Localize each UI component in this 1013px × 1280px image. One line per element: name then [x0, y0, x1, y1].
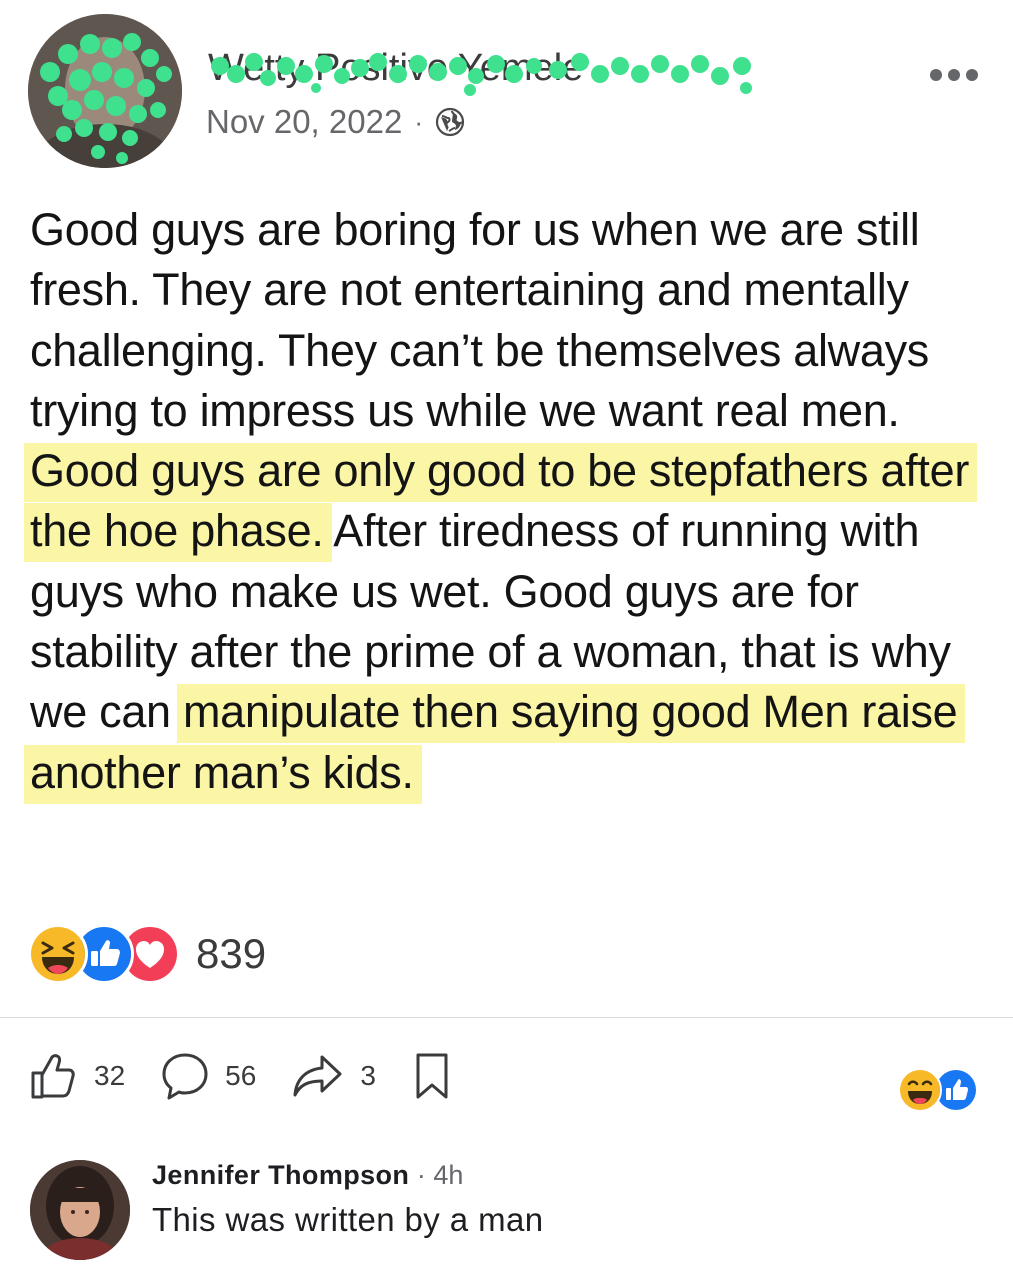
post-meta: Nov 20, 2022 · — [206, 100, 465, 144]
share-arrow-icon — [293, 1055, 342, 1097]
share-button[interactable]: 3 — [292, 1051, 376, 1101]
meta-separator: · — [414, 106, 423, 137]
share-count: 3 — [360, 1060, 376, 1091]
post-date[interactable]: Nov 20, 2022 — [206, 103, 402, 141]
laughing-face-icon — [898, 1068, 942, 1112]
redaction-scribble: Wetty Positive Yemele — [208, 47, 752, 96]
save-button[interactable] — [412, 1051, 452, 1101]
like-button[interactable]: 32 — [30, 1051, 125, 1101]
comment-time[interactable]: 4h — [433, 1160, 463, 1190]
like-count: 32 — [94, 1060, 126, 1091]
laughing-face-icon — [28, 924, 88, 984]
more-options-button[interactable] — [928, 60, 980, 90]
bookmark-icon — [416, 1053, 448, 1099]
comment-bubble-icon — [162, 1053, 208, 1100]
comment-button[interactable]: 56 — [161, 1051, 256, 1101]
comment-reactions[interactable] — [898, 1068, 978, 1112]
reaction-count: 839 — [196, 930, 267, 977]
redacted-avatar-image — [28, 14, 182, 168]
commenter-photo — [30, 1160, 130, 1260]
author-avatar[interactable] — [28, 14, 182, 168]
comment-separator: · — [409, 1160, 434, 1190]
more-horizontal-icon — [930, 69, 978, 81]
commenter-avatar[interactable] — [30, 1160, 130, 1260]
comment-text: This was written by a man — [152, 1201, 544, 1238]
thumbs-up-icon — [31, 1054, 75, 1099]
comment-header: Jennifer Thompson · 4h — [152, 1160, 463, 1191]
author-name-redacted[interactable]: Wetty Positive Yemele — [206, 44, 766, 98]
commenter-name[interactable]: Jennifer Thompson — [152, 1160, 409, 1190]
post-reactions[interactable]: 839 — [28, 924, 266, 984]
post-card: Wetty Positive Yemele Nov 20, 2022 · — [0, 0, 1013, 1018]
comment-count: 56 — [225, 1060, 257, 1091]
post-text-segment: Good guys are boring for us when we are … — [30, 204, 929, 436]
post-body-text: Good guys are boring for us when we are … — [24, 200, 990, 804]
action-bar: 32 56 3 — [30, 1044, 488, 1108]
globe-icon — [435, 107, 465, 137]
